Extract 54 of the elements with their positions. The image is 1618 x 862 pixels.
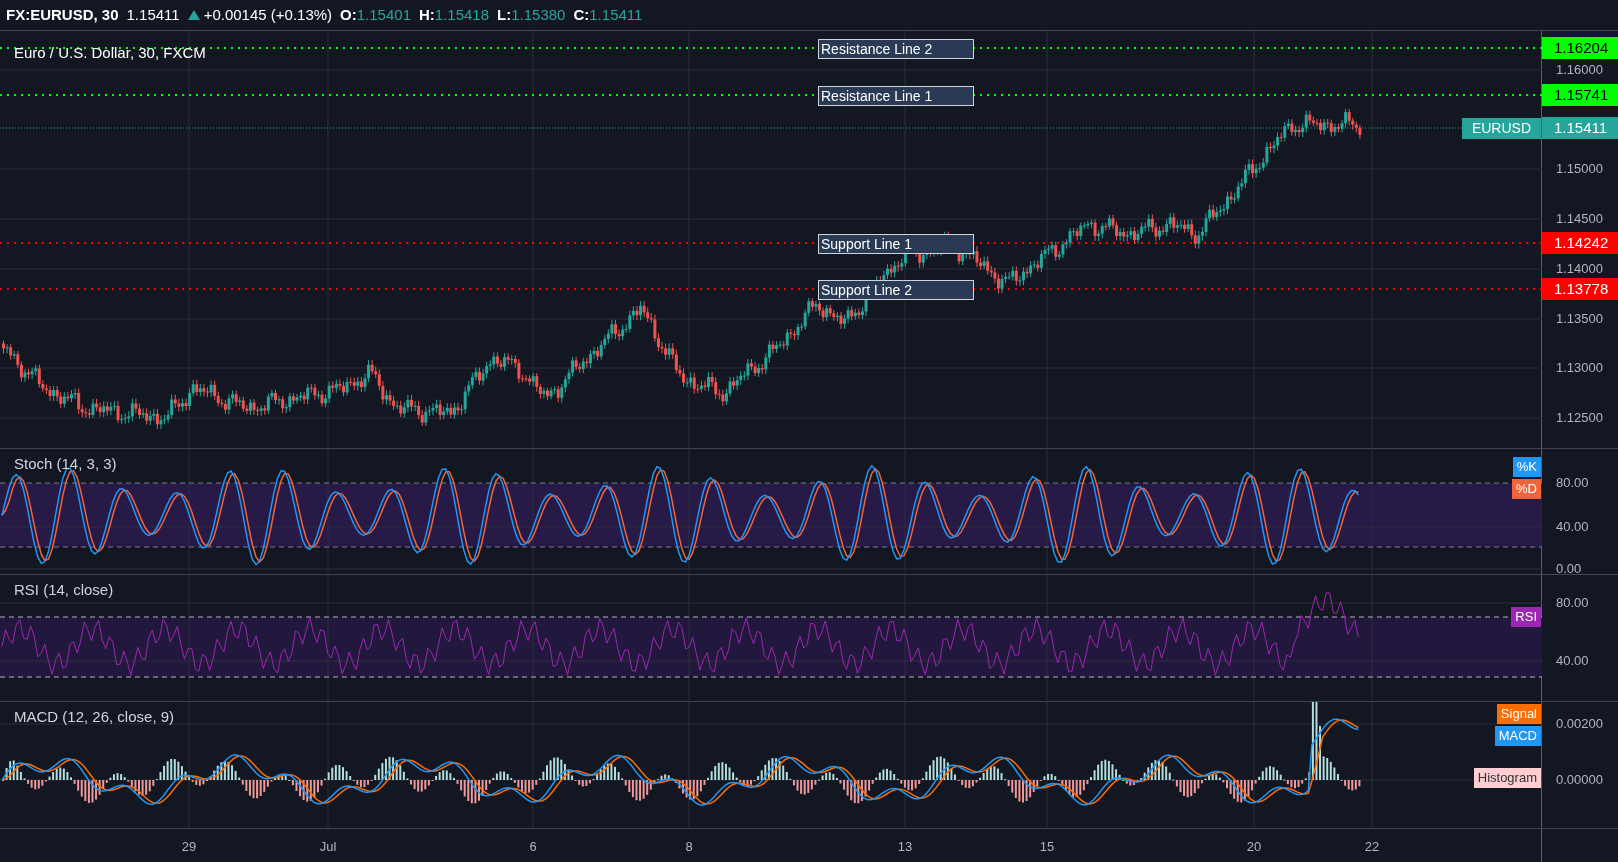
ohlc-label: C: xyxy=(573,4,590,25)
ohlc-label: O: xyxy=(340,4,357,25)
ohlc-value: 1.15418 xyxy=(434,4,490,25)
indicator-title: RSI (14, close) xyxy=(14,580,114,600)
time-tick-label: 20 xyxy=(1246,838,1262,856)
symbol-price-tag: EURUSD xyxy=(1461,118,1541,139)
symbol-title: FX:EURUSD, 30 xyxy=(6,4,119,25)
last-price: 1.15411 xyxy=(126,4,180,25)
level-price-tag: 1.16204 xyxy=(1542,37,1618,59)
axis-tick-label: 80.00 xyxy=(1556,596,1589,609)
ohlc-value: 1.15411 xyxy=(589,4,643,25)
legend-tag: %K xyxy=(1512,457,1541,477)
time-tick-label: Jul xyxy=(319,838,337,856)
level-label: Resistance Line 1 xyxy=(818,86,974,106)
level-price-tag: 1.13778 xyxy=(1542,278,1618,300)
axis-tick-label: 1.14500 xyxy=(1556,212,1603,225)
axis-tick-label: 40.00 xyxy=(1556,520,1589,533)
time-tick-label: 15 xyxy=(1039,838,1055,856)
axis-tick-label: 1.12500 xyxy=(1556,411,1603,424)
legend-tag: Signal xyxy=(1496,704,1541,724)
legend-tag: MACD xyxy=(1494,726,1541,746)
level-price-tag: 1.15741 xyxy=(1542,84,1618,106)
indicator-title: Stoch (14, 3, 3) xyxy=(14,454,117,474)
time-tick-label: 8 xyxy=(685,838,693,856)
axis-tick-label: 1.13500 xyxy=(1556,312,1603,325)
legend-tag: %D xyxy=(1512,479,1541,499)
ohlc-value: 1.15401 xyxy=(356,4,411,25)
axis-tick-label: 1.13000 xyxy=(1556,361,1603,374)
level-label: Resistance Line 2 xyxy=(818,39,974,59)
time-tick-label: 29 xyxy=(181,838,197,856)
time-tick-label: 13 xyxy=(897,838,913,856)
triangle-up-icon xyxy=(187,10,200,20)
axis-tick-label: 1.14000 xyxy=(1556,262,1603,275)
axis-tick-label: 0.00 xyxy=(1556,562,1582,575)
axis-tick-label: 1.15000 xyxy=(1556,162,1603,175)
axis-tick-label: 80.00 xyxy=(1556,476,1589,489)
current-price-tag: 1.15411 xyxy=(1542,117,1618,139)
axis-tick-label: 0.00000 xyxy=(1556,773,1603,786)
axis-tick-label: 40.00 xyxy=(1556,654,1589,667)
axis-tick-label: 1.16000 xyxy=(1556,63,1603,76)
ohlc-label: H: xyxy=(419,4,435,25)
level-label: Support Line 1 xyxy=(818,234,974,254)
ohlc-value: 1.15380 xyxy=(511,4,566,25)
chart-title: Euro / U.S. Dollar, 30, FXCM xyxy=(14,43,206,63)
level-label: Support Line 2 xyxy=(818,280,974,300)
ohlc-label: L: xyxy=(497,4,512,25)
legend-tag: RSI xyxy=(1511,607,1541,627)
legend-tag: Histogram xyxy=(1473,768,1541,788)
axis-tick-label: 0.00200 xyxy=(1556,717,1603,730)
time-tick-label: 6 xyxy=(529,838,537,856)
time-tick-label: 22 xyxy=(1364,838,1380,856)
indicator-title: MACD (12, 26, close, 9) xyxy=(14,707,175,727)
price-change: +0.00145 (+0.13%) xyxy=(203,4,333,25)
level-price-tag: 1.14242 xyxy=(1542,232,1618,254)
